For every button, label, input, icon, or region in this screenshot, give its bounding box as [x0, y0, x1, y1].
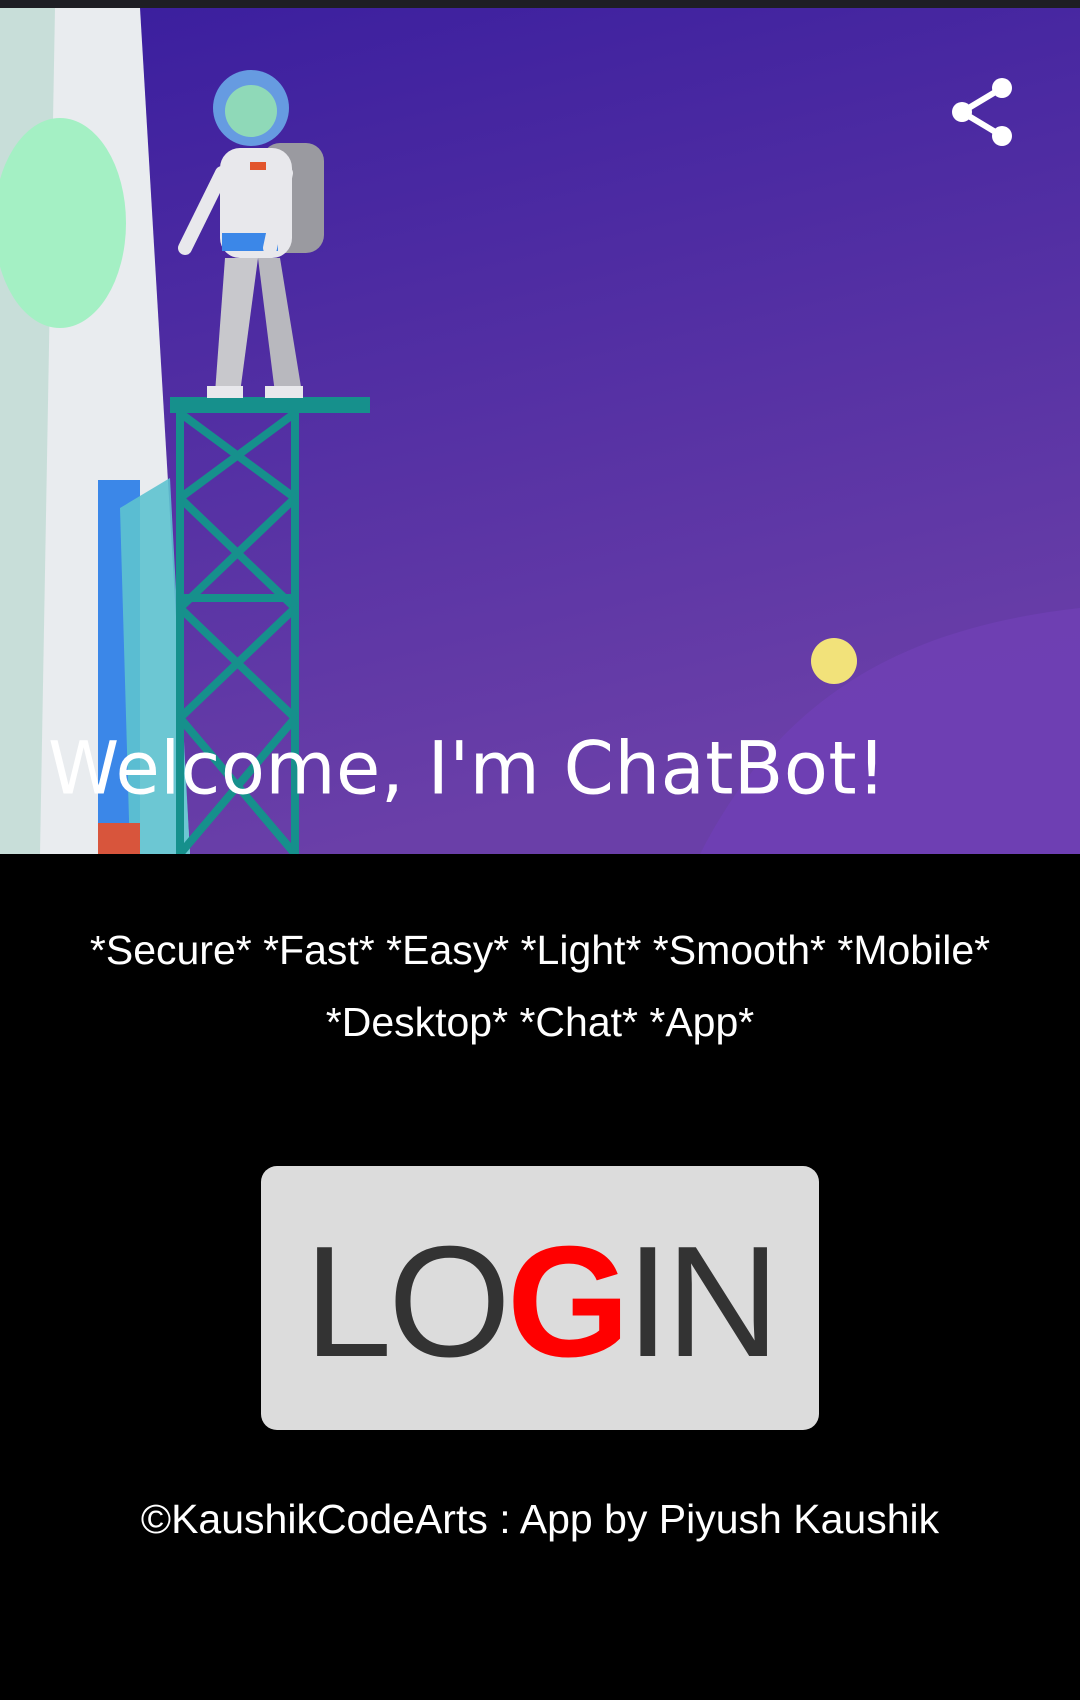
- login-button[interactable]: LOGIN: [261, 1166, 819, 1430]
- moon: [811, 638, 857, 684]
- footer-credit: ©KaushikCodeArts : App by Piyush Kaushik: [140, 1496, 940, 1542]
- login-label-part-3: IN: [625, 1214, 780, 1390]
- welcome-title: Welcome, I'm ChatBot!: [48, 725, 887, 811]
- hero-banner: Welcome, I'm ChatBot!: [0, 8, 1080, 854]
- top-edge: [0, 0, 1080, 8]
- login-label-part-1: LO: [304, 1214, 511, 1390]
- share-button[interactable]: [946, 74, 1022, 150]
- share-icon: [952, 78, 1012, 146]
- feature-tagline: *Secure* *Fast* *Easy* *Light* *Smooth* …: [40, 914, 1040, 1058]
- tagline-line-2: *Desktop* *Chat* *App*: [325, 999, 755, 1045]
- tagline-line-1: *Secure* *Fast* *Easy* *Light* *Smooth* …: [89, 927, 991, 973]
- login-label-accent: G: [506, 1214, 630, 1390]
- login-label: LOGIN: [304, 1223, 780, 1381]
